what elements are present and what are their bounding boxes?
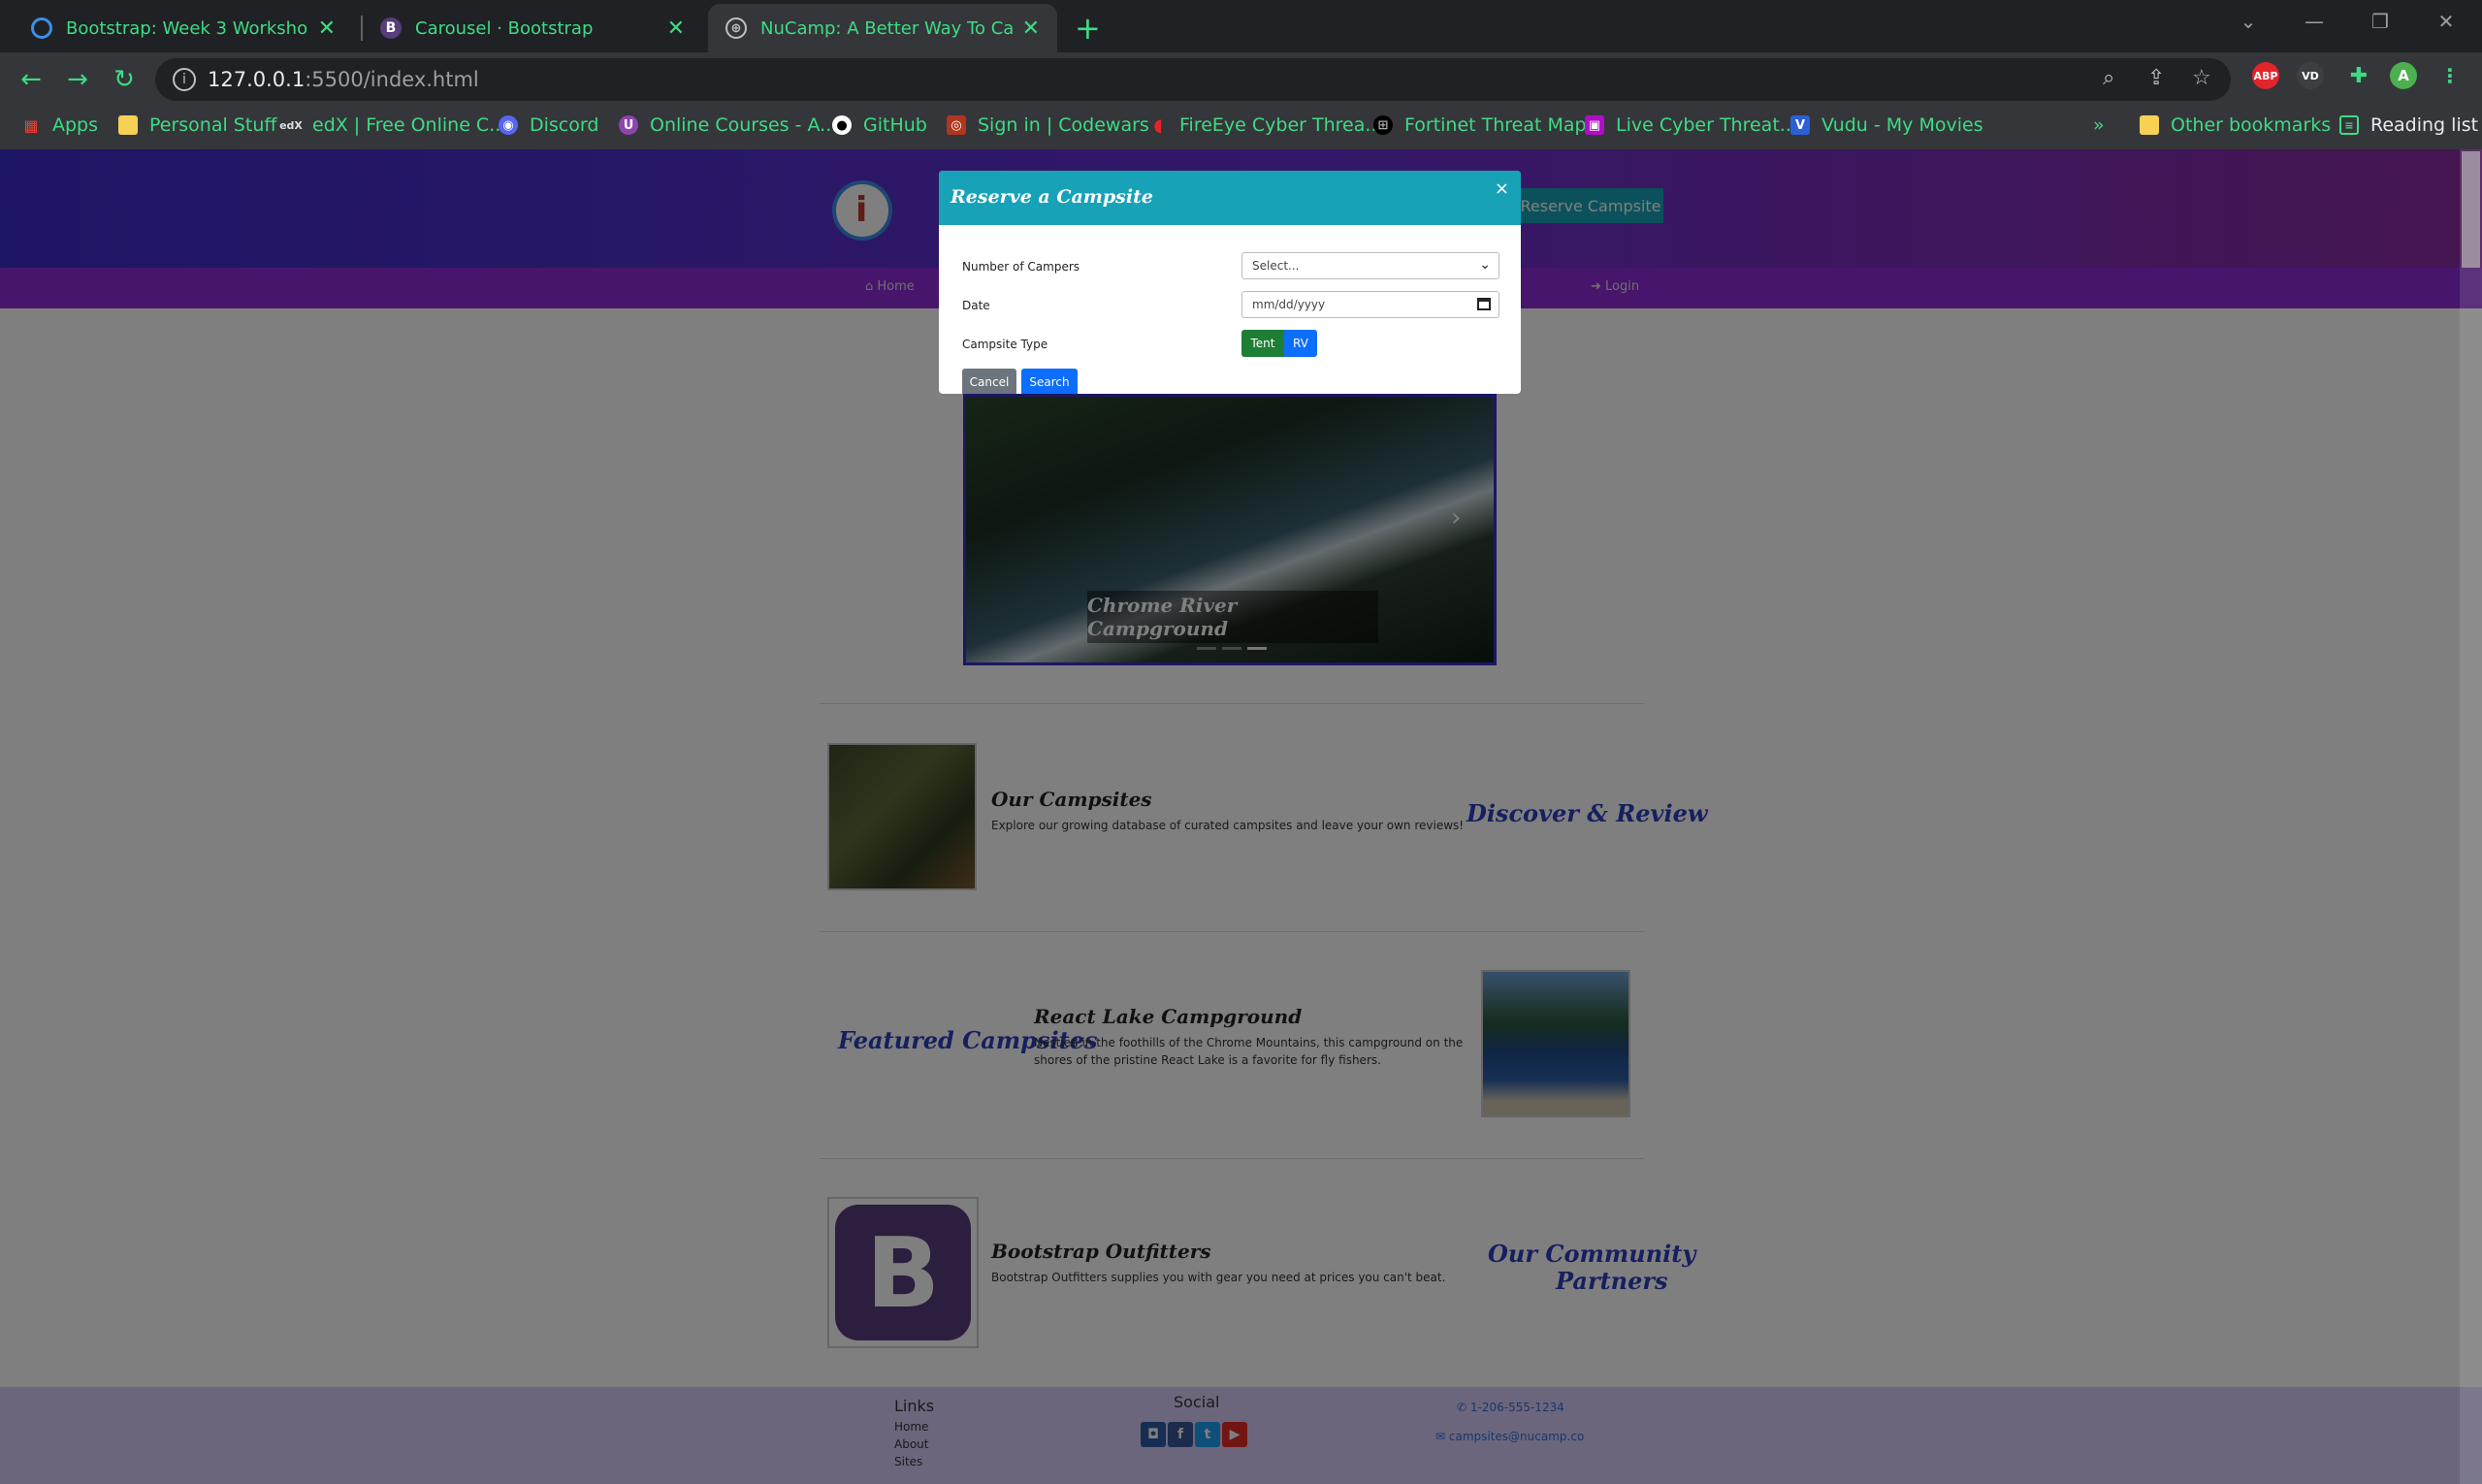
page-viewport: Reserve Campsite ⌂ Home ➜ Login Chrome R… [0, 149, 2482, 1484]
bookmark-vudu[interactable]: V Vudu - My Movies [1790, 114, 1983, 136]
folder-icon [118, 115, 138, 135]
search-button[interactable]: Search [1021, 369, 1078, 394]
edx-icon: edX [279, 118, 303, 132]
tab-carousel-bootstrap[interactable]: B Carousel · Bootstrap ✕ [363, 4, 702, 52]
zoom-icon[interactable]: ⌕ [2103, 66, 2114, 90]
tab-strip: Bootstrap: Week 3 Workshop As ✕ B Carous… [0, 0, 2482, 52]
close-tab-icon[interactable]: ✕ [1022, 16, 1040, 41]
new-tab-icon[interactable]: + [1075, 10, 1101, 47]
bookmark-fortinet[interactable]: ⊞ Fortinet Threat Map [1373, 114, 1587, 136]
reading-list-icon: ≡ [2339, 115, 2359, 135]
live-threat-icon: ▣ [1585, 115, 1604, 135]
campsite-type-label: Campsite Type [962, 338, 1048, 351]
cancel-button[interactable]: Cancel [962, 369, 1016, 394]
bookmark-other-bookmarks[interactable]: Other bookmarks [2140, 114, 2331, 136]
bookmarks-bar: ▦ Apps Personal Stuff edX edX | Free Onlin… [0, 107, 2482, 145]
calendar-icon[interactable] [1477, 298, 1491, 310]
apps-grid-icon: ▦ [23, 115, 39, 135]
campers-select-value: Select... [1252, 259, 1300, 273]
site-info-icon[interactable]: i [173, 68, 196, 91]
campers-label: Number of Campers [962, 260, 1080, 274]
bootstrap-favicon-icon: B [380, 17, 402, 39]
url-text: 127.0.0.1:5500/index.html [208, 68, 479, 91]
vd-extension-icon[interactable]: VD [2297, 62, 2324, 89]
extensions-puzzle-icon[interactable]: ✚ [2345, 62, 2372, 89]
profile-avatar[interactable]: A [2390, 62, 2417, 89]
udemy-icon: U [619, 115, 638, 135]
fireeye-icon: ◖ [1153, 114, 1163, 136]
reload-icon[interactable]: ↻ [105, 60, 144, 99]
forward-icon[interactable]: → [58, 60, 97, 99]
tab-nucamp[interactable]: ⊕ NuCamp: A Better Way To Camp ✕ [708, 4, 1057, 52]
tab-bootstrap-week3[interactable]: Bootstrap: Week 3 Workshop As ✕ [14, 4, 353, 52]
date-input[interactable]: mm/dd/yyyy [1241, 291, 1499, 318]
scrollbar-thumb[interactable] [2462, 151, 2480, 268]
date-label: Date [962, 299, 990, 312]
close-tab-icon[interactable]: ✕ [318, 16, 336, 41]
close-icon[interactable]: × [1495, 178, 1509, 199]
bookmark-discord[interactable]: ◉ Discord [499, 114, 598, 136]
vudu-icon: V [1790, 115, 1810, 135]
bookmark-fireeye[interactable]: ◖ FireEye Cyber Threa... [1148, 114, 1382, 136]
github-icon: ● [832, 115, 852, 135]
reading-list[interactable]: ≡ Reading list [2339, 114, 2478, 136]
close-tab-icon[interactable]: ✕ [667, 16, 685, 41]
rv-toggle-button[interactable]: RV [1284, 330, 1317, 357]
bookmark-online-courses[interactable]: U Online Courses - A... [619, 114, 837, 136]
restore-icon[interactable]: ❐ [2347, 0, 2413, 43]
bookmark-codewars[interactable]: ◎ Sign in | Codewars [947, 114, 1149, 136]
modal-header: Reserve a Campsite × [939, 171, 1521, 225]
menu-kebab-icon[interactable]: ⋮ [2436, 62, 2464, 89]
tent-toggle-button[interactable]: Tent [1241, 330, 1284, 357]
bookmarks-overflow-chevron[interactable]: » [2093, 114, 2105, 136]
discord-icon: ◉ [499, 115, 518, 135]
chevron-down-icon: ⌄ [1479, 257, 1491, 273]
bookmark-edx[interactable]: edX edX | Free Online C... [279, 114, 506, 136]
folder-icon [2140, 115, 2159, 135]
adblock-extension-icon[interactable]: ABP [2252, 62, 2279, 89]
modal-title: Reserve a Campsite [951, 186, 1153, 208]
address-bar[interactable]: i 127.0.0.1:5500/index.html ⌕ ⇪ ☆ [155, 58, 2231, 101]
tab-search-icon[interactable]: ⌄ [2215, 0, 2281, 43]
reserve-modal: Reserve a Campsite × Number of Campers S… [939, 171, 1521, 394]
codewars-icon: ◎ [947, 115, 966, 135]
toolbar: ← → ↻ i 127.0.0.1:5500/index.html ⌕ ⇪ ☆ … [0, 52, 2482, 149]
globe-icon: ⊕ [725, 17, 747, 39]
back-icon[interactable]: ← [12, 60, 50, 99]
tab-title: NuCamp: A Better Way To Camp [760, 17, 1013, 39]
tab-title: Bootstrap: Week 3 Workshop As [66, 17, 308, 39]
scrollbar[interactable] [2460, 149, 2482, 1484]
share-icon[interactable]: ⇪ [2147, 66, 2165, 90]
bookmark-apps[interactable]: ▦ Apps [21, 114, 98, 136]
minimize-icon[interactable]: — [2281, 0, 2347, 43]
bookmark-star-icon[interactable]: ☆ [2192, 66, 2211, 90]
nucamp-favicon-icon [31, 17, 52, 39]
tab-title: Carousel · Bootstrap [415, 17, 594, 39]
campers-select[interactable]: Select... ⌄ [1241, 252, 1499, 279]
date-placeholder: mm/dd/yyyy [1252, 298, 1326, 311]
bookmark-github[interactable]: ● GitHub [832, 114, 927, 136]
bookmark-live-cyber-threat[interactable]: ▣ Live Cyber Threat... [1585, 114, 1797, 136]
bookmark-personal-stuff[interactable]: Personal Stuff [118, 114, 276, 136]
fortinet-icon: ⊞ [1373, 115, 1393, 135]
close-window-icon[interactable]: ✕ [2413, 0, 2479, 43]
